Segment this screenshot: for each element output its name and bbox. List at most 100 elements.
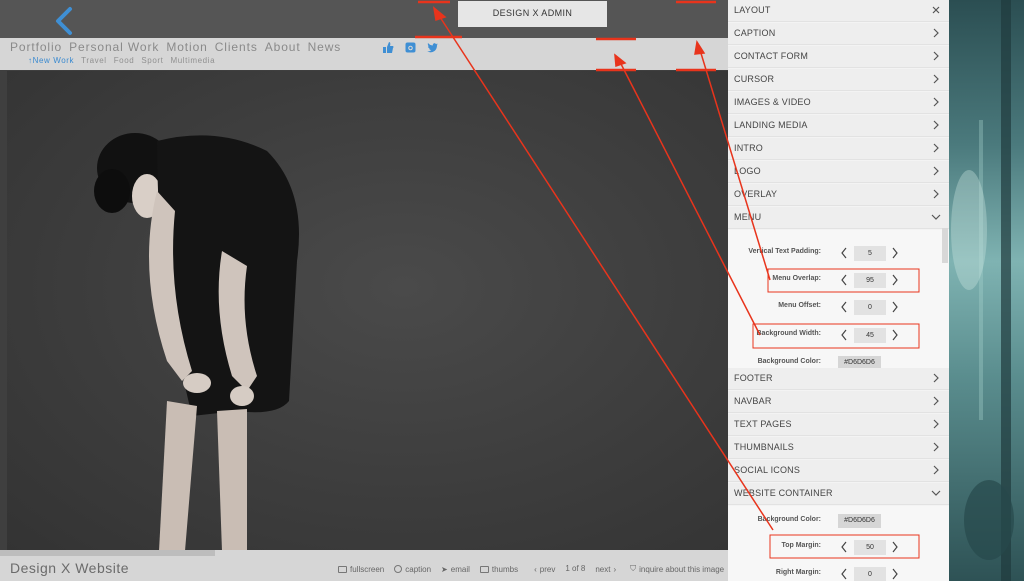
menu-item-clients[interactable]: Clients: [215, 40, 258, 54]
close-icon[interactable]: [931, 5, 941, 15]
background-width-field[interactable]: 45: [854, 328, 886, 343]
section-contact-form[interactable]: CONTACT FORM: [728, 46, 949, 68]
menu-item-personal-work[interactable]: Personal Work: [69, 40, 159, 54]
admin-title-tab[interactable]: DESIGN X ADMIN: [458, 1, 607, 27]
section-intro[interactable]: INTRO: [728, 138, 949, 160]
container-background-color-field[interactable]: #D6D6D6: [838, 514, 881, 528]
thumbs-up-icon[interactable]: [383, 42, 394, 53]
section-label: MENU: [734, 212, 762, 222]
chevron-down-icon: [931, 490, 941, 496]
section-caption[interactable]: CAPTION: [728, 23, 949, 45]
top-margin-field[interactable]: 50: [854, 540, 886, 555]
increment-icon[interactable]: [890, 273, 900, 287]
section-label: WEBSITE CONTAINER: [734, 488, 833, 498]
increment-icon[interactable]: [890, 300, 900, 314]
background-width-label: Background Width:: [756, 330, 822, 337]
send-icon: ➤: [441, 564, 448, 574]
submenu-item-multimedia[interactable]: Multimedia: [170, 56, 215, 65]
section-text-pages[interactable]: TEXT PAGES: [728, 414, 949, 436]
footer-site-title: Design X Website: [10, 560, 130, 576]
decrement-icon[interactable]: [839, 246, 849, 260]
background-image-strip: [949, 0, 1024, 581]
site-sub-menu: ↑New Work Travel Food Sport Multimedia: [28, 56, 215, 65]
section-label: CURSOR: [734, 74, 775, 84]
decrement-icon[interactable]: [839, 300, 849, 314]
submenu-item-food[interactable]: Food: [114, 56, 135, 65]
right-margin-field[interactable]: 0: [854, 567, 886, 581]
chevron-right-icon: [933, 189, 939, 199]
menu-overlap-label: Menu Overlap:: [772, 275, 821, 282]
decrement-icon[interactable]: [839, 540, 849, 554]
menu-offset-label: Menu Offset:: [778, 302, 821, 309]
menu-item-about[interactable]: About: [265, 40, 301, 54]
increment-icon[interactable]: [890, 328, 900, 342]
section-layout[interactable]: LAYOUT: [728, 0, 949, 22]
inquire-link[interactable]: ⛉ inquire about this image: [630, 564, 724, 574]
section-footer[interactable]: FOOTER: [728, 368, 949, 390]
menu-offset-field[interactable]: 0: [854, 300, 886, 315]
chevron-right-icon: [933, 419, 939, 429]
menu-item-portfolio[interactable]: Portfolio: [10, 40, 62, 54]
fullscreen-link[interactable]: fullscreen: [338, 564, 384, 574]
back-arrow-icon[interactable]: [52, 6, 78, 36]
email-label: email: [450, 564, 470, 574]
thumbs-link[interactable]: thumbs: [479, 564, 518, 574]
vertical-text-padding-label: Vertical Text Padding:: [748, 248, 821, 255]
decrement-icon[interactable]: [839, 273, 849, 287]
top-margin-label: Top Margin:: [781, 542, 821, 549]
chevron-right-icon: [933, 396, 939, 406]
increment-icon[interactable]: [890, 540, 900, 554]
menu-overlap-field[interactable]: 95: [854, 273, 886, 288]
caption-link[interactable]: caption: [394, 564, 431, 574]
submenu-item-travel[interactable]: Travel: [81, 56, 107, 65]
chevron-right-icon: [933, 143, 939, 153]
increment-icon[interactable]: [890, 567, 900, 581]
email-link[interactable]: ➤ email: [441, 564, 470, 574]
section-cursor[interactable]: CURSOR: [728, 69, 949, 91]
chevron-right-icon: ›: [613, 564, 617, 574]
site-top-bar: [0, 0, 728, 38]
menu-item-news[interactable]: News: [308, 40, 342, 54]
footer-links: fullscreen caption ➤ email thumbs ‹ prev…: [338, 564, 724, 574]
next-link[interactable]: next ›: [595, 564, 616, 574]
prev-link[interactable]: ‹ prev: [534, 564, 555, 574]
vertical-text-padding-field[interactable]: 5: [854, 246, 886, 261]
cart-icon: ⛉: [630, 564, 637, 573]
section-navbar[interactable]: NAVBAR: [728, 391, 949, 413]
section-label: CAPTION: [734, 28, 776, 38]
chevron-right-icon: [933, 465, 939, 475]
twitter-icon[interactable]: [427, 42, 438, 53]
section-thumbnails[interactable]: THUMBNAILS: [728, 437, 949, 459]
decrement-icon[interactable]: [839, 328, 849, 342]
decrement-icon[interactable]: [839, 567, 849, 581]
menu-item-motion[interactable]: Motion: [166, 40, 207, 54]
fullscreen-label: fullscreen: [350, 564, 385, 574]
section-social-icons[interactable]: SOCIAL ICONS: [728, 460, 949, 482]
instagram-icon[interactable]: [405, 42, 416, 53]
increment-icon[interactable]: [890, 246, 900, 260]
chevron-right-icon: [933, 97, 939, 107]
page-counter: 1 of 8: [565, 564, 586, 573]
section-website-container[interactable]: WEBSITE CONTAINER: [728, 483, 949, 505]
section-overlay[interactable]: OVERLAY: [728, 184, 949, 206]
chevron-left-icon: ‹: [534, 564, 537, 574]
next-label: next: [595, 564, 611, 574]
section-landing-media[interactable]: LANDING MEDIA: [728, 115, 949, 137]
site-main-menu: Portfolio Personal Work Motion Clients A…: [10, 40, 341, 54]
section-images-video[interactable]: IMAGES & VIDEO: [728, 92, 949, 114]
section-label: LANDING MEDIA: [734, 120, 808, 130]
chevron-right-icon: [933, 442, 939, 452]
submenu-item-sport[interactable]: Sport: [141, 56, 163, 65]
section-label: LOGO: [734, 166, 761, 176]
submenu-item-new-work[interactable]: ↑New Work: [28, 56, 74, 65]
container-background-color-label: Background Color:: [757, 516, 821, 523]
chevron-right-icon: [933, 28, 939, 38]
section-menu[interactable]: MENU: [728, 207, 949, 229]
menu-offset-row: Menu Offset: 0: [728, 298, 943, 318]
footer-progress-bar: [0, 550, 215, 556]
section-label: LAYOUT: [734, 5, 771, 15]
section-label: NAVBAR: [734, 396, 772, 406]
section-logo[interactable]: LOGO: [728, 161, 949, 183]
chevron-right-icon: [933, 74, 939, 84]
section-label: TEXT PAGES: [734, 419, 792, 429]
